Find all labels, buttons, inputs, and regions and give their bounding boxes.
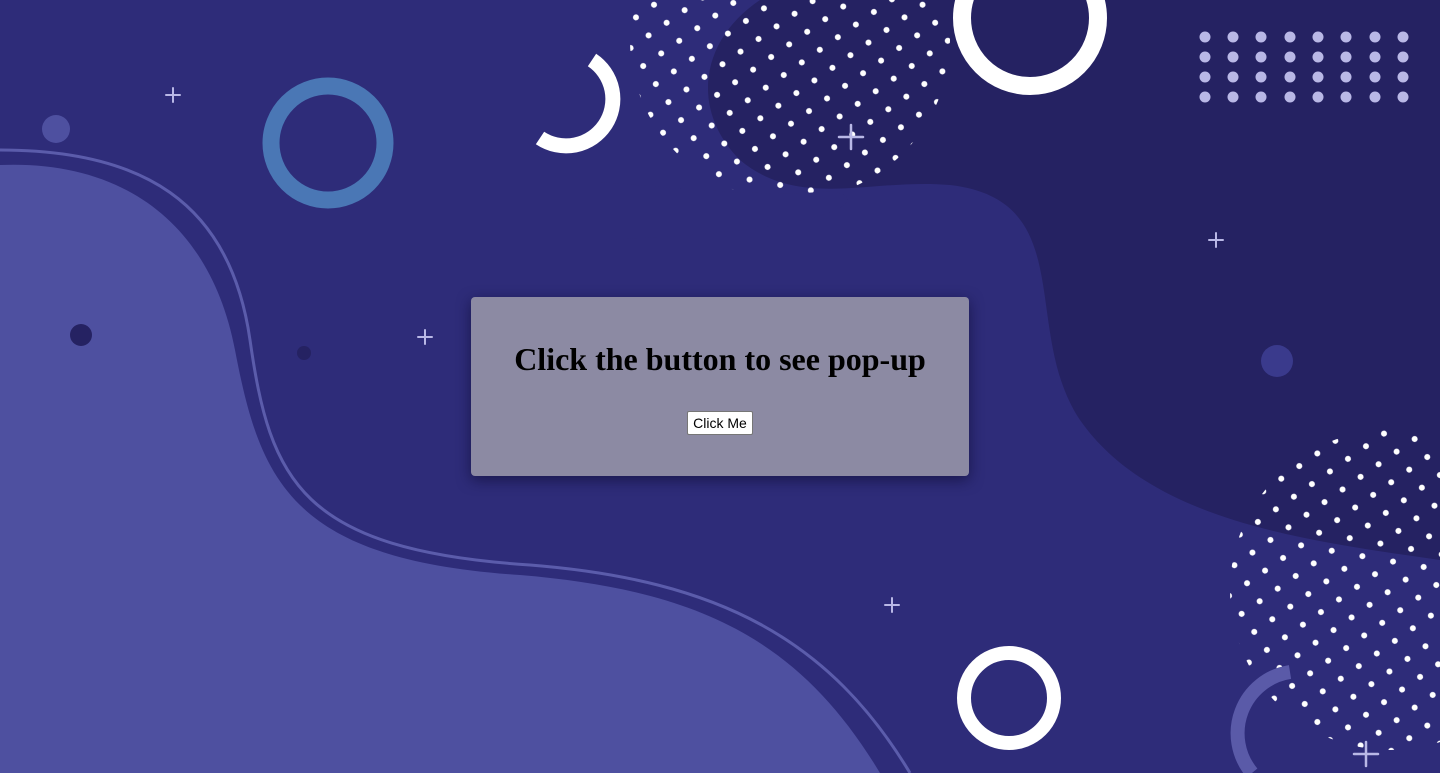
blue-ring — [262, 77, 394, 209]
small-circle — [42, 115, 70, 143]
popup-card: Click the button to see pop-up Click Me — [471, 297, 969, 476]
small-circle — [1261, 345, 1293, 377]
popup-heading: Click the button to see pop-up — [514, 341, 926, 377]
white-ring-bottom — [957, 646, 1061, 750]
white-arc — [535, 53, 621, 154]
small-circle — [297, 346, 311, 360]
small-circle — [70, 324, 92, 346]
click-me-button[interactable]: Click Me — [687, 411, 753, 435]
page: Click the button to see pop-up Click Me — [0, 0, 1440, 773]
sparkle-icon — [884, 597, 900, 613]
sparkle-icon — [165, 87, 181, 103]
sparkle-icon — [417, 329, 433, 345]
